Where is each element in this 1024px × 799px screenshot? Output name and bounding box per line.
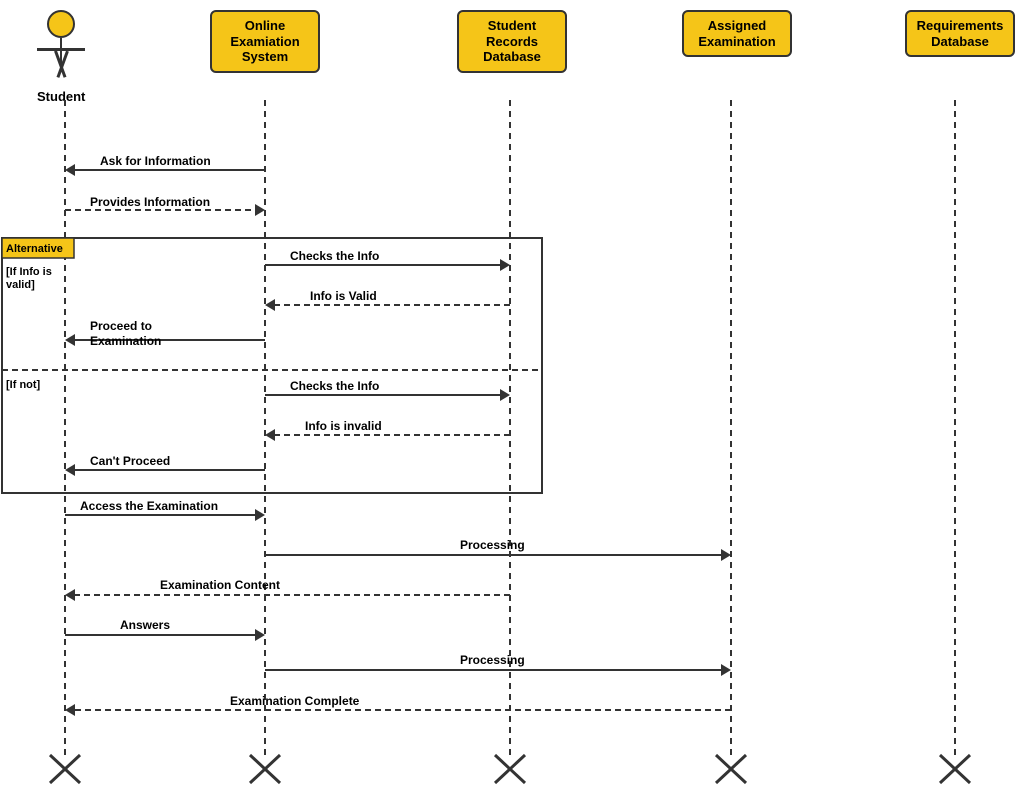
alt-label-text: Alternative: [6, 243, 63, 255]
msg12-label: Answers: [120, 618, 170, 632]
msg10-arrowhead: [721, 549, 731, 561]
alt-frame: [2, 238, 542, 493]
msg2-label: Provides Information: [90, 195, 210, 209]
msg9-label: Access the Examination: [80, 499, 218, 513]
alt-guard2: [If not]: [6, 379, 41, 391]
msg4-label: Info is Valid: [310, 289, 377, 303]
msg7-label: Info is invalid: [305, 419, 382, 433]
msg6-arrowhead: [500, 389, 510, 401]
msg12-arrowhead: [255, 629, 265, 641]
msg3-arrowhead: [500, 259, 510, 271]
msg11-arrowhead: [65, 589, 75, 601]
msg1-label: Ask for Information: [100, 154, 211, 168]
msg5-arrowhead: [65, 334, 75, 346]
msg8-arrowhead: [65, 464, 75, 476]
msg13-label: Processing: [460, 653, 525, 667]
msg14-arrowhead: [65, 704, 75, 716]
msg9-arrowhead: [255, 509, 265, 521]
msg10-label: Processing: [460, 538, 525, 552]
msg3-label: Checks the Info: [290, 249, 379, 263]
msg4-arrowhead: [265, 299, 275, 311]
msg11-label: Examination Content: [160, 578, 280, 592]
msg5-label2: Examination: [90, 334, 161, 348]
msg8-label: Can't Proceed: [90, 454, 170, 468]
sequence-diagram: Student Online Examiation System Student…: [0, 0, 1024, 799]
msg1-arrowhead: [65, 164, 75, 176]
diagram-svg: Alternative [If Info is valid] [If not] …: [0, 0, 1024, 799]
msg7-arrowhead: [265, 429, 275, 441]
msg2-arrowhead: [255, 204, 265, 216]
alt-guard1b: valid]: [6, 279, 35, 291]
alt-guard1: [If Info is: [6, 266, 52, 278]
msg14-label: Examination Complete: [230, 694, 360, 708]
msg5-label: Proceed to: [90, 319, 152, 333]
msg6-label: Checks the Info: [290, 379, 379, 393]
msg13-arrowhead: [721, 664, 731, 676]
